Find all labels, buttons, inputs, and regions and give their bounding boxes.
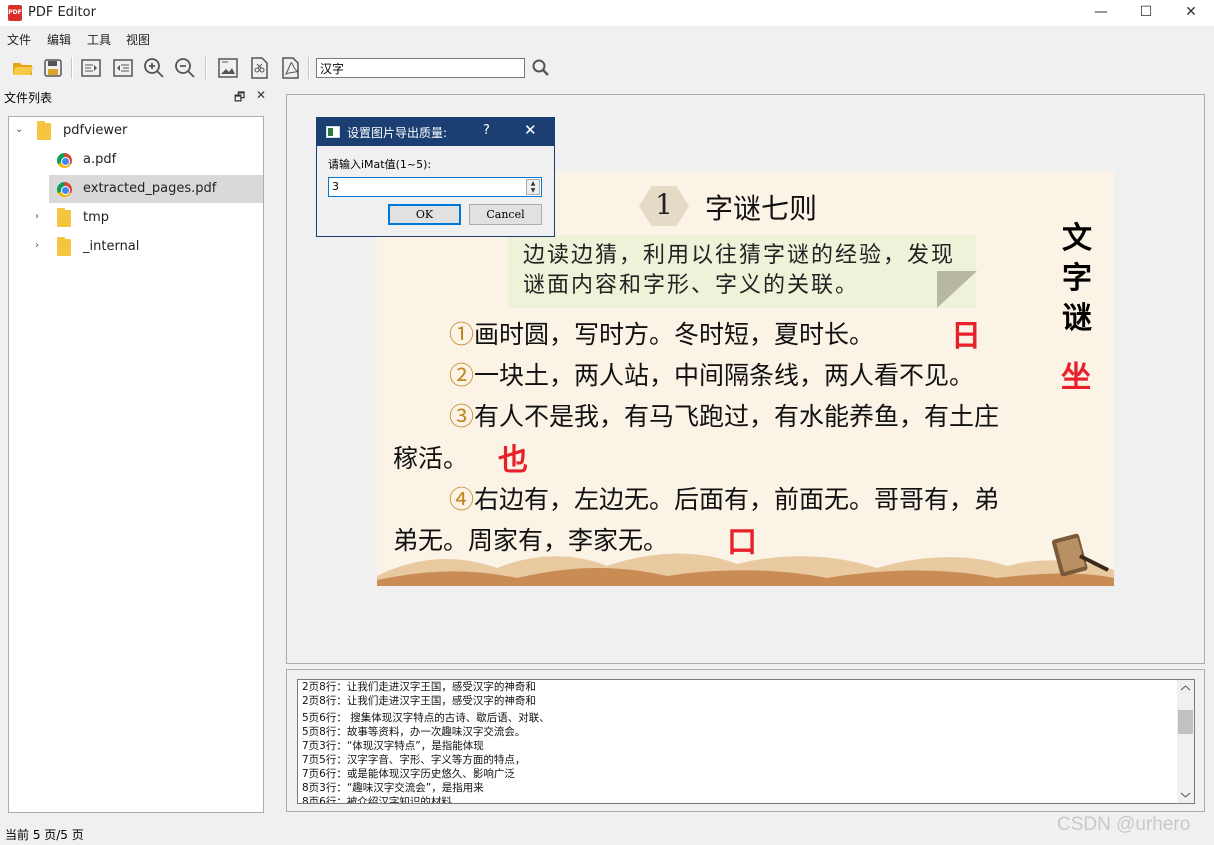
window-title: PDF Editor	[28, 5, 96, 20]
toolbar	[0, 51, 1214, 85]
riddle-answer: 日	[951, 319, 981, 354]
expand-arrow-icon[interactable]: ⌄	[15, 124, 23, 135]
book-brush-icon	[1051, 533, 1109, 577]
minimize-button[interactable]: —	[1078, 0, 1124, 26]
tree-item-label: _internal	[83, 239, 140, 254]
watermark: CSDN @urhero	[1057, 814, 1191, 835]
decorative-hills	[377, 553, 1114, 586]
tree-item-label: tmp	[83, 210, 110, 225]
maximize-button[interactable]: ☐	[1123, 0, 1169, 26]
riddle-line: ④右边有，左边无。后面有，前面无。哥哥有，弟	[449, 485, 1000, 514]
search-input[interactable]	[316, 58, 525, 78]
save-icon[interactable]	[40, 55, 66, 81]
vertical-scrollbar[interactable]	[1177, 680, 1194, 803]
dock-title: 文件列表	[4, 91, 53, 105]
collapse-arrow-icon[interactable]: ›	[35, 240, 39, 251]
result-line[interactable]: 7页5行：汉字字音、字形、字义等方面的特点，	[302, 754, 525, 767]
app-icon: PDF	[8, 5, 22, 21]
menu-view[interactable]: 视图	[126, 31, 150, 48]
pdf-file-icon	[57, 153, 72, 168]
pdf-convert-icon[interactable]	[277, 55, 303, 81]
imat-spinbox[interactable]: 3 ▲ ▼	[328, 177, 542, 197]
folder-icon	[57, 208, 71, 227]
side-title-char: 谜	[1062, 301, 1092, 336]
help-button[interactable]: ?	[483, 123, 490, 138]
result-line[interactable]: 8页6行：被介绍汉字知识的材料，	[302, 796, 462, 803]
side-title-char: 字	[1062, 261, 1092, 296]
dialog-app-icon	[326, 126, 340, 138]
tree-item-extracted-pages[interactable]: extracted_pages.pdf	[49, 175, 263, 203]
tree-item-a-pdf[interactable]: a.pdf	[9, 146, 263, 174]
menu-tools[interactable]: 工具	[87, 31, 111, 48]
pdf-file-icon	[57, 182, 72, 197]
zoom-out-icon[interactable]	[172, 55, 198, 81]
result-line[interactable]: 8页3行：“趣味汉字交流会”，是指用来	[302, 782, 484, 795]
folder-icon	[37, 121, 51, 140]
export-image-icon[interactable]	[215, 55, 241, 81]
tree-item-tmp[interactable]: › tmp	[9, 204, 263, 232]
move-prev-icon[interactable]	[78, 55, 104, 81]
tree-item-pdfviewer[interactable]: ⌄ pdfviewer	[9, 117, 263, 145]
tree-item-label: pdfviewer	[63, 123, 128, 138]
scroll-up-icon[interactable]	[1177, 681, 1194, 695]
spin-up-icon[interactable]: ▲	[527, 180, 539, 187]
menu-edit[interactable]: 编辑	[47, 31, 71, 48]
riddle-line: ①画时圆，写时方。冬时短，夏时长。	[449, 320, 875, 349]
title-bar: PDF PDF Editor — ☐ ✕	[0, 0, 1214, 26]
cancel-button[interactable]: Cancel	[469, 204, 542, 225]
result-line[interactable]: 7页6行：或是能体现汉字历史悠久、影响广泛	[302, 768, 515, 781]
toolbar-separator	[71, 57, 73, 79]
scroll-down-icon[interactable]	[1177, 788, 1194, 802]
riddle-answer: 坐	[1061, 360, 1091, 395]
side-title-char: 文	[1062, 221, 1092, 256]
scroll-thumb[interactable]	[1178, 710, 1193, 734]
file-list-dock-header: 文件列表 🗗 ✕	[0, 87, 272, 107]
collapse-arrow-icon[interactable]: ›	[35, 211, 39, 222]
riddle-line-continued: 稼活。	[393, 444, 469, 473]
tree-item-label: a.pdf	[83, 152, 117, 167]
file-tree: ⌄ pdfviewer a.pdf extracted_pages.pdf › …	[8, 116, 264, 813]
toolbar-separator	[205, 57, 207, 79]
page-title: 字谜七则	[705, 192, 818, 225]
result-line[interactable]: 7页3行：“体现汉字特点”，是指能体现	[302, 740, 484, 753]
close-button[interactable]: ✕	[1168, 0, 1214, 26]
dock-float-icon[interactable]: 🗗	[234, 88, 245, 109]
riddle-line: ②一块土，两人站，中间隔条线，两人看不见。	[449, 361, 975, 390]
spin-down-icon[interactable]: ▼	[527, 187, 539, 194]
toolbar-separator	[308, 57, 310, 79]
spin-buttons[interactable]: ▲ ▼	[526, 179, 540, 195]
riddle-answer: 也	[498, 443, 528, 478]
riddle-line: ③有人不是我，有马飞跑过，有水能养鱼，有土庄	[449, 402, 1000, 431]
result-line[interactable]: 2页8行：让我们走进汉字王国，感受汉字的神奇和	[302, 681, 536, 694]
note-text: 边读边猜，利用以往猜字谜的经验，发现谜面内容和字形、字义的关联。	[523, 243, 956, 298]
export-quality-dialog: 设置图片导出质量: ? ✕ 请输入iMat值(1~5): 3 ▲ ▼ OK Ca…	[316, 117, 555, 237]
spinbox-value[interactable]: 3	[332, 180, 339, 193]
status-text: 当前 5 页/5 页	[5, 828, 84, 842]
result-line[interactable]: 2页8行：让我们走进汉字王国，感受汉字的神奇和	[302, 695, 536, 708]
search-icon[interactable]	[528, 55, 554, 81]
result-line[interactable]: 5页8行：故事等资料，办一次趣味汉字交流会。	[302, 726, 525, 739]
search-results-list[interactable]: 2页8行：让我们走进汉字王国，感受汉字的神奇和 2页8行：让我们走进汉字王国，感…	[297, 679, 1195, 804]
dialog-close-button[interactable]: ✕	[524, 121, 537, 139]
side-title: 文 字 谜	[1059, 219, 1095, 339]
menu-file[interactable]: 文件	[7, 31, 31, 48]
menu-bar: 文件 编辑 工具 视图	[0, 28, 1214, 50]
tree-item-internal[interactable]: › _internal	[9, 233, 263, 261]
open-folder-icon[interactable]	[10, 55, 36, 81]
result-line[interactable]: 5页6行： 搜集体现汉字特点的古诗、歇后语、对联、	[302, 712, 550, 725]
dock-close-icon[interactable]: ✕	[256, 88, 266, 102]
dialog-titlebar: 设置图片导出质量: ? ✕	[317, 118, 554, 146]
ok-button[interactable]: OK	[388, 204, 461, 225]
page-number: 1	[655, 188, 673, 221]
tree-item-label: extracted_pages.pdf	[83, 181, 217, 196]
extract-page-icon[interactable]	[246, 55, 272, 81]
folder-icon	[57, 237, 71, 256]
search-results-panel: 2页8行：让我们走进汉字王国，感受汉字的神奇和 2页8行：让我们走进汉字王国，感…	[286, 669, 1205, 812]
dialog-prompt-label: 请输入iMat值(1~5):	[328, 158, 432, 171]
move-next-icon[interactable]	[110, 55, 136, 81]
zoom-in-icon[interactable]	[141, 55, 167, 81]
dialog-title: 设置图片导出质量:	[347, 126, 448, 140]
